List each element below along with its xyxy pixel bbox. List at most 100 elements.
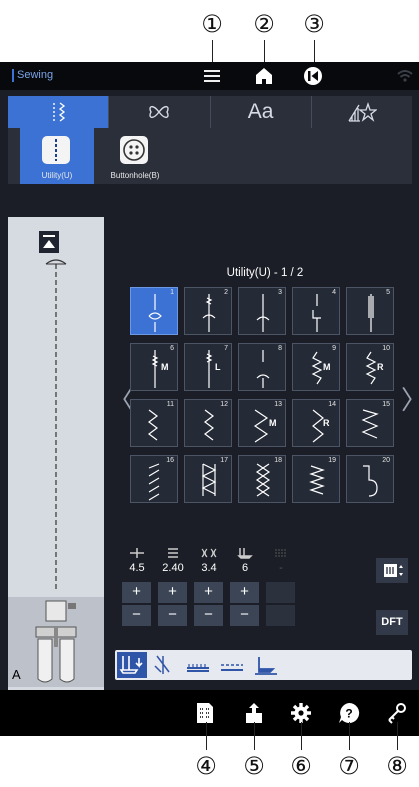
stitch-button-1[interactable]: 1	[130, 287, 178, 335]
needle-position-plus-button[interactable]: +	[122, 582, 151, 603]
tab-favorites[interactable]	[312, 96, 412, 128]
stitch-guide-button[interactable]	[217, 652, 247, 678]
stitch-button-18[interactable]: 18	[238, 455, 286, 503]
stitch-button-4[interactable]: 4	[292, 287, 340, 335]
subcategory-buttonhole[interactable]: Buttonhole(B)	[98, 128, 172, 184]
thread-tension-plus-button[interactable]: +	[194, 582, 223, 603]
decorative-stitch-icon	[149, 106, 170, 118]
stitch-button-12[interactable]: 12	[184, 399, 232, 447]
callout-2: ②	[253, 10, 275, 38]
sewing-toolbar	[115, 650, 412, 680]
feed-value: -	[279, 562, 283, 574]
stitch-button-8[interactable]: 8	[238, 343, 286, 391]
leader-line	[301, 722, 302, 750]
home-icon[interactable]	[253, 64, 275, 88]
callout-3: ③	[303, 10, 325, 38]
stitch-number: 1	[170, 289, 174, 296]
stitch-number: 14	[328, 401, 336, 408]
presser-foot-label: A	[12, 667, 21, 682]
leader-line	[397, 722, 398, 750]
default-settings-button[interactable]: DFT	[376, 610, 408, 635]
leader-line	[206, 722, 207, 750]
feed-icon	[266, 547, 296, 562]
subcategory-bar: Utility(U) Buttonhole(B)	[8, 128, 412, 184]
presser-foot-pressure-plus-button[interactable]: +	[230, 582, 259, 603]
stitch-button-3[interactable]: 3	[238, 287, 286, 335]
stitch-number: 17	[220, 457, 228, 464]
stitch-preview	[45, 259, 67, 592]
stitch-length-icon	[158, 547, 188, 562]
straight-stitch-icon	[42, 136, 70, 164]
stitch-button-15[interactable]: 15	[346, 399, 394, 447]
stitch-button-19[interactable]: 19	[292, 455, 340, 503]
leader-line	[349, 722, 350, 750]
stitch-button-13[interactable]: 13 M	[238, 399, 286, 447]
stitch-variant-label: R	[377, 362, 384, 372]
svg-text:?: ?	[345, 707, 352, 721]
back-icon[interactable]	[302, 64, 324, 88]
stitch-length-value: 2.40	[162, 562, 184, 574]
stitch-start-button[interactable]	[39, 231, 59, 253]
subcategory-label: Buttonhole(B)	[110, 171, 160, 180]
stitch-button-17[interactable]: 17	[184, 455, 232, 503]
status-bar: Sewing	[0, 62, 419, 90]
stitch-number: 8	[278, 345, 282, 352]
presser-foot-pressure-minus-button[interactable]: −	[230, 605, 259, 626]
width-adjust-icon	[384, 564, 403, 577]
tab-alphabet[interactable]: Aa	[211, 96, 312, 128]
stitch-button-2[interactable]: 2	[184, 287, 232, 335]
stitch-width-button[interactable]	[376, 558, 408, 583]
stitch-number: 9	[332, 345, 336, 352]
stitch-number: 16	[166, 457, 174, 464]
stitch-variant-label: L	[215, 362, 221, 372]
thread-tension-minus-button[interactable]: −	[194, 605, 223, 626]
stitch-button-10[interactable]: 10 R	[346, 343, 394, 391]
feed-plus-button	[266, 582, 295, 603]
feed-minus-button	[266, 605, 295, 626]
stitch-variant-label: M	[269, 418, 277, 428]
presser-foot-lift-button[interactable]	[251, 652, 281, 678]
stitch-number: 13	[274, 401, 282, 408]
stitch-length-plus-button[interactable]: +	[158, 582, 187, 603]
alphabet-icon: Aa	[247, 100, 274, 123]
stitch-length-minus-button[interactable]: −	[158, 605, 187, 626]
wifi-icon	[396, 64, 414, 88]
needle-threader-button[interactable]	[149, 652, 179, 678]
feed-dog-button[interactable]	[183, 652, 213, 678]
subcategory-utility[interactable]: Utility(U)	[20, 128, 94, 184]
stitch-button-20[interactable]: 20	[346, 455, 394, 503]
needle-position-minus-button[interactable]: −	[122, 605, 151, 626]
subcategory-label: Utility(U)	[41, 171, 73, 180]
stitch-guide-icon	[221, 664, 243, 671]
stitch-number: 2	[224, 289, 228, 296]
stitch-button-16[interactable]: 16	[130, 455, 178, 503]
needle-up-down-button[interactable]	[117, 652, 147, 678]
stitch-button-11[interactable]: 11	[130, 399, 178, 447]
tab-decorative[interactable]	[109, 96, 211, 128]
needle-stop-icon	[119, 656, 143, 674]
stitch-memory-icon[interactable]	[192, 700, 218, 726]
utility-stitch-icon	[53, 102, 66, 122]
tab-utility[interactable]	[8, 96, 110, 128]
callout-4: ④	[195, 752, 217, 780]
feed-dog-icon	[187, 664, 209, 672]
callout-8: ⑧	[386, 752, 408, 780]
stitch-number: 6	[170, 345, 174, 352]
callout-5: ⑤	[243, 752, 265, 780]
stitch-button-7[interactable]: 7L	[184, 343, 232, 391]
menu-icon[interactable]	[202, 64, 222, 88]
stitch-number: 18	[274, 457, 282, 464]
next-page-button[interactable]: 〉	[401, 380, 419, 417]
stitch-button-6[interactable]: 6M	[130, 343, 178, 391]
stitch-number: 4	[332, 289, 336, 296]
stitch-number: 12	[220, 401, 228, 408]
stitch-button-5[interactable]: 5	[346, 287, 394, 335]
stitch-number: 5	[386, 289, 390, 296]
stitch-number: 3	[278, 289, 282, 296]
stitch-number: 11	[166, 401, 174, 408]
presser-foot-pressure-value: 6	[241, 562, 249, 574]
stitch-button-9[interactable]: 9M	[292, 343, 340, 391]
stitch-number: 10	[382, 345, 390, 352]
stitch-button-14[interactable]: 14 R	[292, 399, 340, 447]
favorites-icon	[348, 101, 377, 122]
